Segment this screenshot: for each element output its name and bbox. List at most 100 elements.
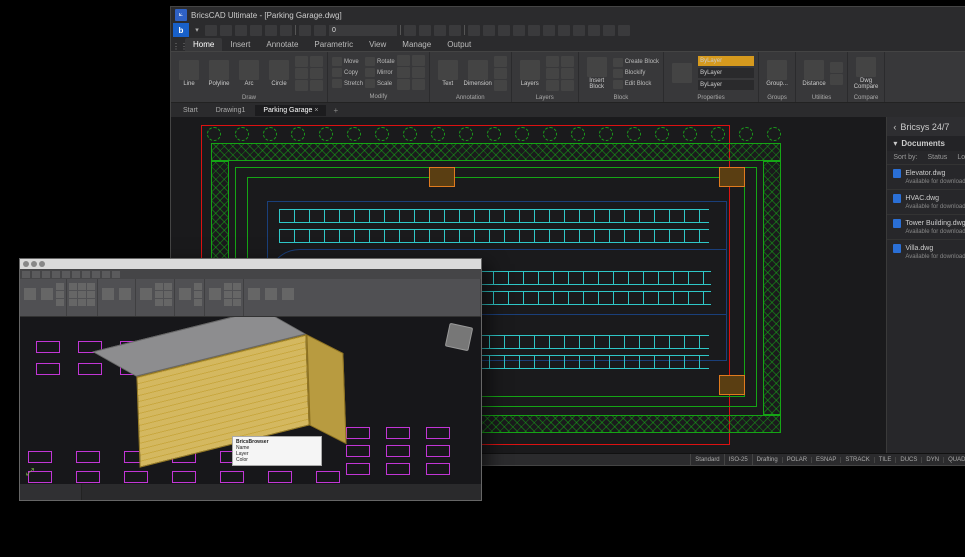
sec-sml-icon[interactable] bbox=[194, 299, 202, 306]
print-icon[interactable] bbox=[250, 25, 262, 36]
doc-item[interactable]: Villa.dwgAvailable for download bbox=[887, 239, 965, 264]
sec-sml-icon[interactable] bbox=[224, 291, 232, 298]
sec-sml-icon[interactable] bbox=[78, 283, 86, 290]
sec-bigbtn[interactable] bbox=[39, 281, 55, 307]
ribbon-grip-icon[interactable]: ⋮⋮ bbox=[175, 41, 185, 51]
tab-manage[interactable]: Manage bbox=[394, 38, 439, 51]
tab-parking-garage[interactable]: Parking Garage bbox=[255, 105, 326, 116]
scale-button[interactable]: Scale bbox=[365, 79, 395, 88]
modify-small-icon[interactable] bbox=[397, 55, 410, 66]
new-tab-button[interactable]: + bbox=[328, 104, 343, 117]
sort-status[interactable]: Status bbox=[927, 154, 947, 161]
q2-icon[interactable] bbox=[82, 271, 90, 278]
layer-small-icon[interactable] bbox=[546, 80, 559, 91]
draw-small-icon[interactable] bbox=[295, 80, 308, 91]
documents-section[interactable]: ▾Documents bbox=[887, 136, 965, 151]
sec-sml-icon[interactable] bbox=[87, 291, 95, 298]
dwg-compare-button[interactable]: Dwg Compare bbox=[852, 54, 880, 92]
arc-button[interactable]: Arc bbox=[235, 54, 263, 92]
sec-sml-icon[interactable] bbox=[69, 283, 77, 290]
sec-command-line[interactable] bbox=[82, 484, 481, 500]
doc-item[interactable]: Elevator.dwgAvailable for download bbox=[887, 164, 965, 189]
qat-tool-icon[interactable] bbox=[513, 25, 525, 36]
modify-small-icon[interactable] bbox=[397, 67, 410, 78]
sec-bigbtn[interactable] bbox=[138, 281, 154, 307]
sec-sml-icon[interactable] bbox=[233, 283, 241, 290]
sec-sml-icon[interactable] bbox=[69, 291, 77, 298]
qat-tool-icon[interactable] bbox=[528, 25, 540, 36]
layer-small-icon[interactable] bbox=[561, 56, 574, 67]
sec-sml-icon[interactable] bbox=[56, 291, 64, 298]
line-button[interactable]: Line bbox=[175, 54, 203, 92]
sec-sml-icon[interactable] bbox=[233, 291, 241, 298]
lineweight-combo[interactable]: ByLayer bbox=[698, 80, 754, 90]
tab-start[interactable]: Start bbox=[175, 105, 206, 116]
mirror-button[interactable]: Mirror bbox=[365, 68, 395, 77]
qat-tool-icon[interactable] bbox=[404, 25, 416, 36]
sec-bigbtn[interactable] bbox=[100, 281, 116, 307]
layers-button[interactable]: Layers bbox=[516, 54, 544, 92]
sec-sml-icon[interactable] bbox=[155, 291, 163, 298]
qat-tool-icon[interactable] bbox=[419, 25, 431, 36]
q2-icon[interactable] bbox=[52, 271, 60, 278]
ann-small-icon[interactable] bbox=[494, 80, 507, 91]
tab-view[interactable]: View bbox=[361, 38, 394, 51]
tab-annotate[interactable]: Annotate bbox=[258, 38, 306, 51]
text-button[interactable]: Text bbox=[434, 54, 462, 92]
modify-small-icon[interactable] bbox=[412, 67, 425, 78]
sec-sml-icon[interactable] bbox=[155, 283, 163, 290]
q2-icon[interactable] bbox=[102, 271, 110, 278]
sec-sml-icon[interactable] bbox=[56, 283, 64, 290]
status-standard[interactable]: Standard bbox=[690, 454, 723, 465]
sec-sml-icon[interactable] bbox=[224, 299, 232, 306]
create-block-button[interactable]: Create Block bbox=[613, 58, 659, 67]
sec-bigbtn[interactable] bbox=[263, 281, 279, 307]
status-drafting[interactable]: Drafting bbox=[752, 454, 782, 465]
qat-tool-icon[interactable] bbox=[618, 25, 630, 36]
sec-sml-icon[interactable] bbox=[78, 291, 86, 298]
draw-small-icon[interactable] bbox=[310, 56, 323, 67]
sys-btn-icon[interactable] bbox=[39, 261, 45, 267]
sec-sml-icon[interactable] bbox=[69, 299, 77, 306]
circle-button[interactable]: Circle bbox=[265, 54, 293, 92]
status-toggle-strack[interactable]: STRACK bbox=[840, 457, 873, 463]
qat-menu-chevron-icon[interactable]: ▾ bbox=[192, 26, 202, 34]
layer-freeze-icon[interactable] bbox=[314, 25, 326, 36]
color-combo[interactable]: ByLayer bbox=[698, 56, 754, 66]
sort-lock[interactable]: Lock bbox=[957, 154, 965, 161]
tab-parametric[interactable]: Parametric bbox=[306, 38, 361, 51]
q2-icon[interactable] bbox=[72, 271, 80, 278]
tab-insert[interactable]: Insert bbox=[222, 38, 258, 51]
sec-sml-icon[interactable] bbox=[194, 291, 202, 298]
qat-tool-icon[interactable] bbox=[588, 25, 600, 36]
q2-icon[interactable] bbox=[62, 271, 70, 278]
sec-sml-icon[interactable] bbox=[87, 299, 95, 306]
stretch-button[interactable]: Stretch bbox=[332, 79, 363, 88]
status-toggle-dyn[interactable]: DYN bbox=[921, 457, 943, 463]
qat-tool-icon[interactable] bbox=[543, 25, 555, 36]
draw-small-icon[interactable] bbox=[295, 68, 308, 79]
sec-bigbtn[interactable] bbox=[280, 281, 296, 307]
polyline-button[interactable]: Polyline bbox=[205, 54, 233, 92]
insert-block-button[interactable]: Insert Block bbox=[583, 54, 611, 92]
status-toggle-quad[interactable]: QUAD bbox=[943, 457, 965, 463]
sec-bigbtn[interactable] bbox=[246, 281, 262, 307]
tab-drawing1[interactable]: Drawing1 bbox=[208, 105, 254, 116]
sec-sml-icon[interactable] bbox=[56, 299, 64, 306]
sec-sml-icon[interactable] bbox=[155, 299, 163, 306]
qat-tool-icon[interactable] bbox=[468, 25, 480, 36]
open-icon[interactable] bbox=[220, 25, 232, 36]
move-button[interactable]: Move bbox=[332, 57, 363, 66]
sec-sml-icon[interactable] bbox=[164, 283, 172, 290]
doc-item[interactable]: Tower Building.dwgAvailable for download bbox=[887, 214, 965, 239]
util-small-icon[interactable] bbox=[830, 62, 843, 73]
q2-icon[interactable] bbox=[42, 271, 50, 278]
layer-small-icon[interactable] bbox=[561, 68, 574, 79]
q2-icon[interactable] bbox=[22, 271, 30, 278]
qat-tool-icon[interactable] bbox=[434, 25, 446, 36]
qat-tool-icon[interactable] bbox=[558, 25, 570, 36]
sys-btn-icon[interactable] bbox=[23, 261, 29, 267]
tab-output[interactable]: Output bbox=[439, 38, 479, 51]
qat-tool-icon[interactable] bbox=[498, 25, 510, 36]
qat-tool-icon[interactable] bbox=[573, 25, 585, 36]
